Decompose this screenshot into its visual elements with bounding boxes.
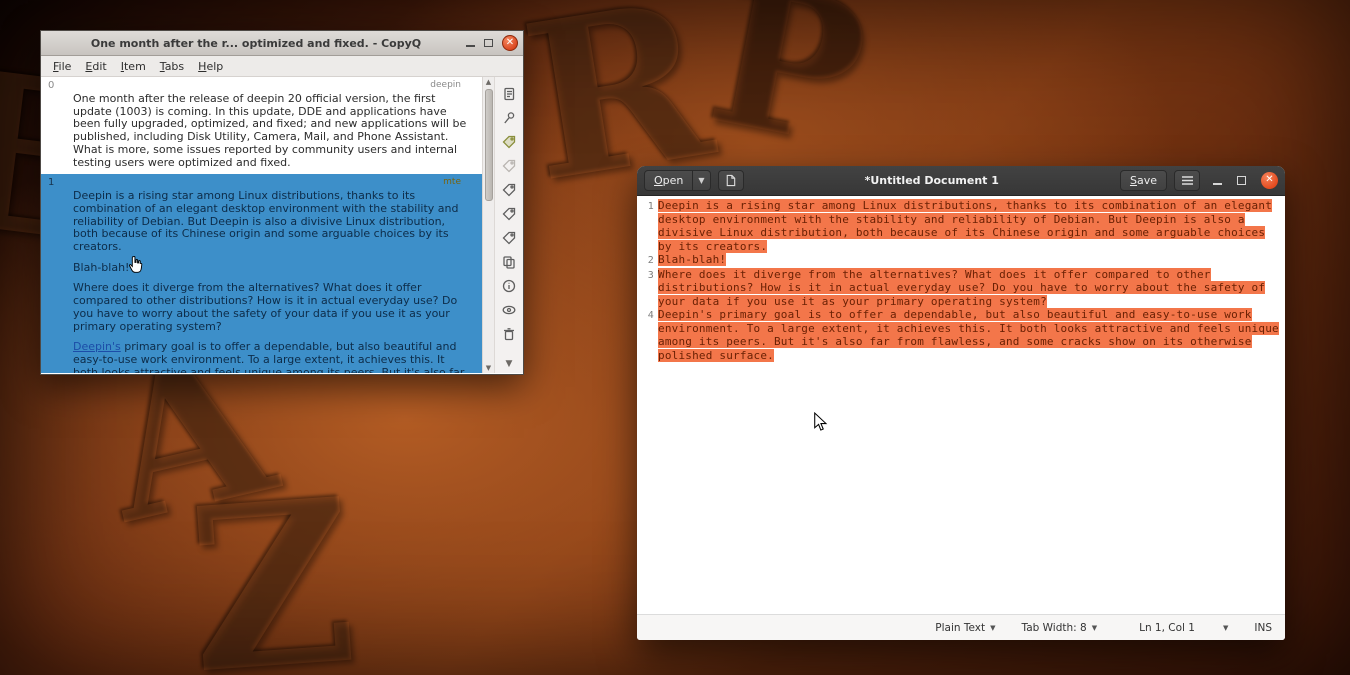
text-line: Deepin is a rising star among Linux dist… xyxy=(658,199,1283,253)
copy-icon[interactable] xyxy=(502,254,517,269)
background-letter: Z xyxy=(181,450,363,675)
deepin-link[interactable]: Deepin's xyxy=(73,340,121,353)
chevron-down-icon: ▼ xyxy=(698,176,704,185)
hamburger-icon xyxy=(1181,175,1194,186)
cursor-position-label: Ln 1, Col 1 xyxy=(1139,622,1195,634)
text-line: Where does it diverge from the alternati… xyxy=(658,268,1283,309)
trash-icon[interactable] xyxy=(502,326,517,341)
background-letter: P xyxy=(694,0,882,191)
eye-icon[interactable] xyxy=(502,302,517,317)
tag-icon[interactable] xyxy=(502,230,517,245)
tag-icon[interactable] xyxy=(502,182,517,197)
language-label: Plain Text xyxy=(935,622,985,634)
tab-width-label: Tab Width: 8 xyxy=(1022,622,1087,634)
line-number: 1 xyxy=(639,199,654,253)
tag-icon[interactable] xyxy=(502,206,517,221)
item-paragraph: Deepin is a rising star among Linux dist… xyxy=(73,190,471,254)
tag-icon[interactable] xyxy=(502,158,517,173)
clipboard-item-1[interactable]: 1 mte Deepin is a rising star among Linu… xyxy=(41,174,482,373)
gedit-window: Open ▼ *Untitled Document 1 Save ✕ 1 Dee… xyxy=(637,166,1285,640)
open-button-label: Open xyxy=(654,174,683,187)
pin-icon[interactable] xyxy=(502,110,517,125)
insert-mode-indicator: INS xyxy=(1254,622,1272,634)
desktop: E R A Z P One month after the r... optim… xyxy=(0,0,1350,675)
line-number: 3 xyxy=(639,268,654,309)
new-document-icon xyxy=(724,174,737,187)
scroll-up-icon[interactable]: ▲ xyxy=(486,77,491,87)
expand-down-icon[interactable]: ▼ xyxy=(506,359,513,369)
copyq-titlebar[interactable]: One month after the r... optimized and f… xyxy=(41,31,523,56)
scrollbar-thumb[interactable] xyxy=(485,89,493,201)
copyq-side-toolbar: ▼ xyxy=(494,77,523,373)
open-button[interactable]: Open xyxy=(644,170,693,191)
clipboard-item-list: 0 deepin One month after the release of … xyxy=(41,77,482,373)
scrollbar[interactable]: ▲ ▼ xyxy=(482,77,494,373)
maximize-button[interactable] xyxy=(484,39,493,47)
item-paragraph-rest: primary goal is to offer a dependable, b… xyxy=(73,340,467,373)
close-button[interactable]: ✕ xyxy=(502,35,518,51)
item-text: One month after the release of deepin 20… xyxy=(73,93,471,169)
text-line: Deepin's primary goal is to offer a depe… xyxy=(658,308,1283,362)
item-tag: deepin xyxy=(430,80,477,91)
cursor-position-button[interactable]: Ln 1, Col 1 xyxy=(1139,622,1195,634)
close-button[interactable]: ✕ xyxy=(1261,172,1278,189)
info-icon[interactable] xyxy=(502,278,517,293)
menu-file[interactable]: File xyxy=(46,58,78,75)
save-button-label: Save xyxy=(1130,174,1157,187)
gedit-headerbar[interactable]: Open ▼ *Untitled Document 1 Save ✕ xyxy=(637,166,1285,196)
menu-help[interactable]: Help xyxy=(191,58,230,75)
open-dropdown-button[interactable]: ▼ xyxy=(693,170,710,191)
copyq-window: One month after the r... optimized and f… xyxy=(40,30,524,375)
item-paragraph: Deepin's primary goal is to offer a depe… xyxy=(73,341,471,373)
minimize-button[interactable] xyxy=(1213,183,1222,185)
item-index: 0 xyxy=(46,80,54,91)
note-icon[interactable] xyxy=(502,86,517,101)
minimize-button[interactable] xyxy=(466,45,475,47)
copyq-window-title: One month after the r... optimized and f… xyxy=(46,37,466,50)
gedit-statusbar: Plain Text ▼ Tab Width: 8 ▼ Ln 1, Col 1 … xyxy=(637,614,1285,640)
new-document-button[interactable] xyxy=(718,170,744,191)
line-number: 2 xyxy=(639,253,654,268)
menu-edit[interactable]: Edit xyxy=(78,58,113,75)
chevron-down-icon: ▼ xyxy=(1092,624,1097,632)
menu-item[interactable]: Item xyxy=(114,58,153,75)
item-tag: mte xyxy=(443,177,477,188)
language-selector[interactable]: Plain Text ▼ xyxy=(935,622,995,634)
menu-button[interactable] xyxy=(1174,170,1200,191)
text-line: Blah-blah! xyxy=(658,253,1283,268)
chevron-down-icon[interactable]: ▼ xyxy=(1223,624,1228,632)
item-paragraph: Where does it diverge from the alternati… xyxy=(73,282,471,333)
item-index: 1 xyxy=(46,177,54,188)
menu-tabs[interactable]: Tabs xyxy=(153,58,191,75)
maximize-button[interactable] xyxy=(1237,176,1246,185)
document-title: *Untitled Document 1 xyxy=(751,174,1113,187)
tab-width-selector[interactable]: Tab Width: 8 ▼ xyxy=(1022,622,1098,634)
line-number: 4 xyxy=(639,308,654,362)
tag-icon[interactable] xyxy=(502,134,517,149)
chevron-down-icon: ▼ xyxy=(990,624,995,632)
clipboard-item-0[interactable]: 0 deepin One month after the release of … xyxy=(41,77,482,174)
save-button[interactable]: Save xyxy=(1120,170,1167,191)
copyq-menubar: File Edit Item Tabs Help xyxy=(41,56,523,77)
scroll-down-icon[interactable]: ▼ xyxy=(486,363,491,373)
text-editor-area[interactable]: 1 Deepin is a rising star among Linux di… xyxy=(637,196,1285,614)
item-paragraph: Blah-blah! xyxy=(73,262,471,275)
